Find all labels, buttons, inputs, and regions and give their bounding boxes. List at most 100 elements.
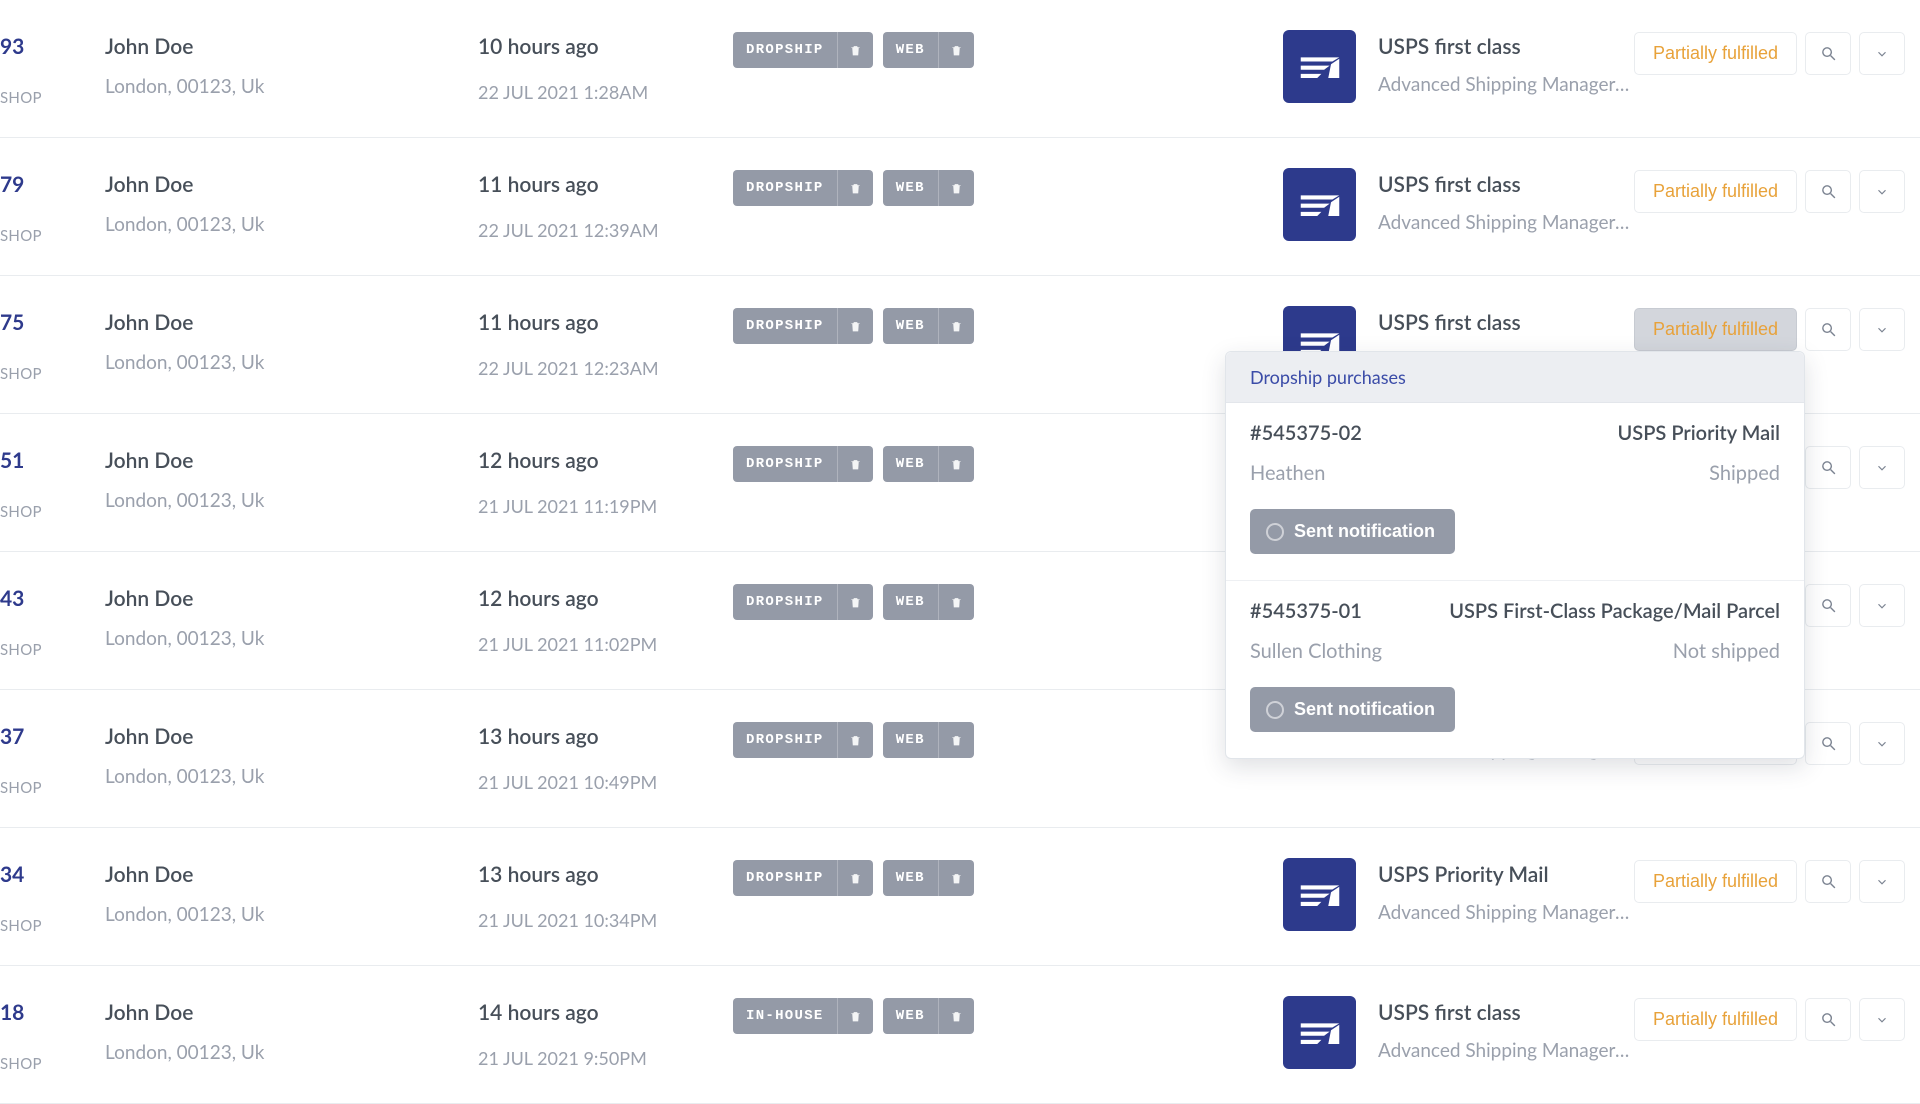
carrier-logo bbox=[1283, 996, 1356, 1069]
order-id[interactable]: 37 bbox=[0, 724, 105, 749]
order-source: SHOP bbox=[0, 779, 105, 797]
search-button[interactable] bbox=[1805, 860, 1851, 903]
order-id[interactable]: 51 bbox=[0, 448, 105, 473]
order-row: 34 SHOP John Doe London, 00123, Uk 13 ho… bbox=[0, 828, 1920, 966]
expand-button[interactable] bbox=[1859, 170, 1905, 213]
expand-button[interactable] bbox=[1859, 308, 1905, 351]
order-id[interactable]: 43 bbox=[0, 586, 105, 611]
tag-delete-button[interactable] bbox=[938, 32, 974, 68]
chevron-down-icon bbox=[1875, 599, 1889, 613]
search-button[interactable] bbox=[1805, 446, 1851, 489]
search-button[interactable] bbox=[1805, 584, 1851, 627]
tag-label: DROPSHIP bbox=[733, 308, 837, 344]
customer-name: John Doe bbox=[105, 862, 478, 887]
order-time-ago: 13 hours ago bbox=[478, 862, 733, 887]
tag-delete-button[interactable] bbox=[837, 584, 873, 620]
search-button[interactable] bbox=[1805, 722, 1851, 765]
search-icon bbox=[1820, 597, 1837, 614]
shipping-service: USPS first class bbox=[1378, 34, 1634, 59]
order-id[interactable]: 79 bbox=[0, 172, 105, 197]
order-timestamp: 22 JUL 2021 12:23AM bbox=[478, 357, 733, 379]
popover-title: Dropship purchases bbox=[1226, 352, 1804, 403]
tag-delete-button[interactable] bbox=[938, 998, 974, 1034]
tag-delete-button[interactable] bbox=[837, 722, 873, 758]
usps-eagle-icon bbox=[1298, 49, 1342, 85]
shipping-service: USPS Priority Mail bbox=[1378, 862, 1634, 887]
sent-notification-button[interactable]: Sent notification bbox=[1250, 687, 1455, 732]
order-timestamp: 21 JUL 2021 10:34PM bbox=[478, 909, 733, 931]
trash-icon bbox=[950, 181, 963, 196]
order-source: SHOP bbox=[0, 1055, 105, 1073]
tag-delete-button[interactable] bbox=[837, 998, 873, 1034]
expand-button[interactable] bbox=[1859, 446, 1905, 489]
tag-delete-button[interactable] bbox=[938, 308, 974, 344]
purchase-id: #545375-02 bbox=[1250, 421, 1362, 445]
tag-delete-button[interactable] bbox=[837, 308, 873, 344]
dropship-purchase-item: #545375-02 USPS Priority Mail Heathen Sh… bbox=[1226, 403, 1804, 581]
tag-label: DROPSHIP bbox=[733, 860, 837, 896]
search-icon bbox=[1820, 45, 1837, 62]
search-icon bbox=[1820, 183, 1837, 200]
trash-icon bbox=[849, 43, 862, 58]
trash-icon bbox=[849, 181, 862, 196]
fulfillment-status-button[interactable]: Partially fulfilled bbox=[1634, 32, 1797, 75]
fulfillment-status-button[interactable]: Partially fulfilled bbox=[1634, 860, 1797, 903]
purchase-shipping-method: USPS Priority Mail bbox=[1618, 421, 1780, 445]
shipping-subtitle: Advanced Shipping Manager C… bbox=[1378, 901, 1630, 924]
tag-delete-button[interactable] bbox=[938, 860, 974, 896]
search-icon bbox=[1820, 873, 1837, 890]
tag-group: WEB bbox=[883, 308, 974, 344]
tag-group: DROPSHIP bbox=[733, 32, 873, 68]
search-icon bbox=[1820, 321, 1837, 338]
chevron-down-icon bbox=[1875, 875, 1889, 889]
tag-delete-button[interactable] bbox=[837, 860, 873, 896]
search-button[interactable] bbox=[1805, 170, 1851, 213]
order-time-ago: 11 hours ago bbox=[478, 310, 733, 335]
expand-button[interactable] bbox=[1859, 860, 1905, 903]
expand-button[interactable] bbox=[1859, 32, 1905, 75]
order-time-ago: 14 hours ago bbox=[478, 1000, 733, 1025]
order-timestamp: 22 JUL 2021 12:39AM bbox=[478, 219, 733, 241]
customer-address: London, 00123, Uk bbox=[105, 627, 478, 650]
shipping-service: USPS first class bbox=[1378, 1000, 1634, 1025]
tag-delete-button[interactable] bbox=[837, 32, 873, 68]
tag-delete-button[interactable] bbox=[938, 170, 974, 206]
tag-delete-button[interactable] bbox=[938, 584, 974, 620]
carrier-logo bbox=[1283, 30, 1356, 103]
order-id[interactable]: 75 bbox=[0, 310, 105, 335]
sent-notification-button[interactable]: Sent notification bbox=[1250, 509, 1455, 554]
order-id[interactable]: 34 bbox=[0, 862, 105, 887]
tag-delete-button[interactable] bbox=[938, 446, 974, 482]
search-icon bbox=[1820, 1011, 1837, 1028]
customer-name: John Doe bbox=[105, 310, 478, 335]
expand-button[interactable] bbox=[1859, 584, 1905, 627]
trash-icon bbox=[950, 43, 963, 58]
customer-address: London, 00123, Uk bbox=[105, 903, 478, 926]
tag-delete-button[interactable] bbox=[938, 722, 974, 758]
shipping-service: USPS first class bbox=[1378, 310, 1634, 335]
usps-eagle-icon bbox=[1298, 877, 1342, 913]
fulfillment-status-button[interactable]: Partially fulfilled bbox=[1634, 170, 1797, 213]
customer-address: London, 00123, Uk bbox=[105, 213, 478, 236]
usps-eagle-icon bbox=[1298, 187, 1342, 223]
search-button[interactable] bbox=[1805, 998, 1851, 1041]
order-id[interactable]: 93 bbox=[0, 34, 105, 59]
fulfillment-status-button[interactable]: Partially fulfilled bbox=[1634, 308, 1797, 351]
order-time-ago: 10 hours ago bbox=[478, 34, 733, 59]
expand-button[interactable] bbox=[1859, 722, 1905, 765]
expand-button[interactable] bbox=[1859, 998, 1905, 1041]
tag-delete-button[interactable] bbox=[837, 170, 873, 206]
tag-delete-button[interactable] bbox=[837, 446, 873, 482]
order-id[interactable]: 18 bbox=[0, 1000, 105, 1025]
search-button[interactable] bbox=[1805, 32, 1851, 75]
search-button[interactable] bbox=[1805, 308, 1851, 351]
order-source: SHOP bbox=[0, 89, 105, 107]
purchase-status: Not shipped bbox=[1673, 639, 1780, 663]
purchase-status: Shipped bbox=[1709, 461, 1780, 485]
chevron-down-icon bbox=[1875, 47, 1889, 61]
order-time-ago: 12 hours ago bbox=[478, 448, 733, 473]
fulfillment-status-button[interactable]: Partially fulfilled bbox=[1634, 998, 1797, 1041]
trash-icon bbox=[950, 1009, 963, 1024]
trash-icon bbox=[849, 319, 862, 334]
order-source: SHOP bbox=[0, 641, 105, 659]
